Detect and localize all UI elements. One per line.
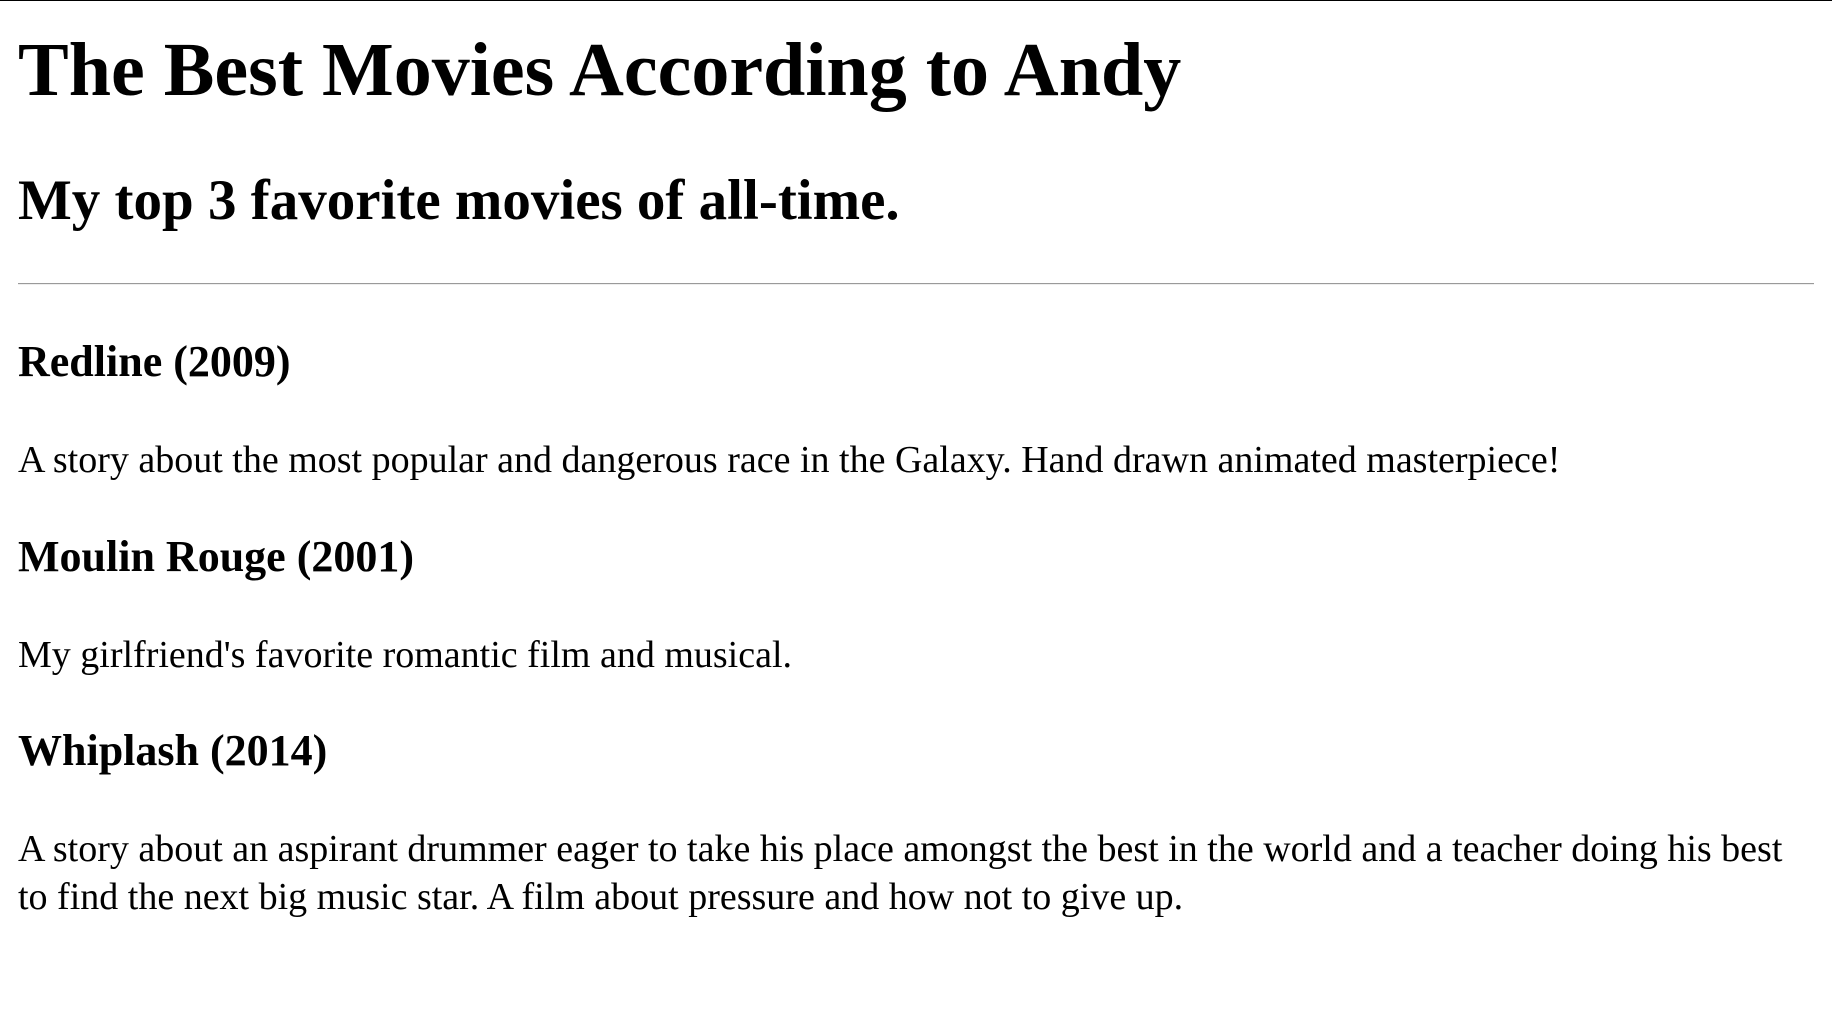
movie-description-redline: A story about the most popular and dange… (18, 439, 1561, 481)
movie-title-whiplash: Whiplash (2014) (18, 726, 328, 775)
page-subtitle: My top 3 favorite movies of all-time. (18, 169, 900, 232)
horizontal-rule (18, 283, 1814, 285)
page-title: The Best Movies According to Andy (18, 28, 1182, 112)
movie-description-moulin-rouge: My girlfriend's favorite romantic film a… (18, 634, 793, 676)
movie-title-moulin-rouge: Moulin Rouge (2001) (18, 532, 414, 581)
movie-description-whiplash: A story about an aspirant drummer eager … (18, 828, 1783, 918)
movie-title-redline: Redline (2009) (18, 337, 291, 386)
page-top-border (0, 0, 1832, 1)
